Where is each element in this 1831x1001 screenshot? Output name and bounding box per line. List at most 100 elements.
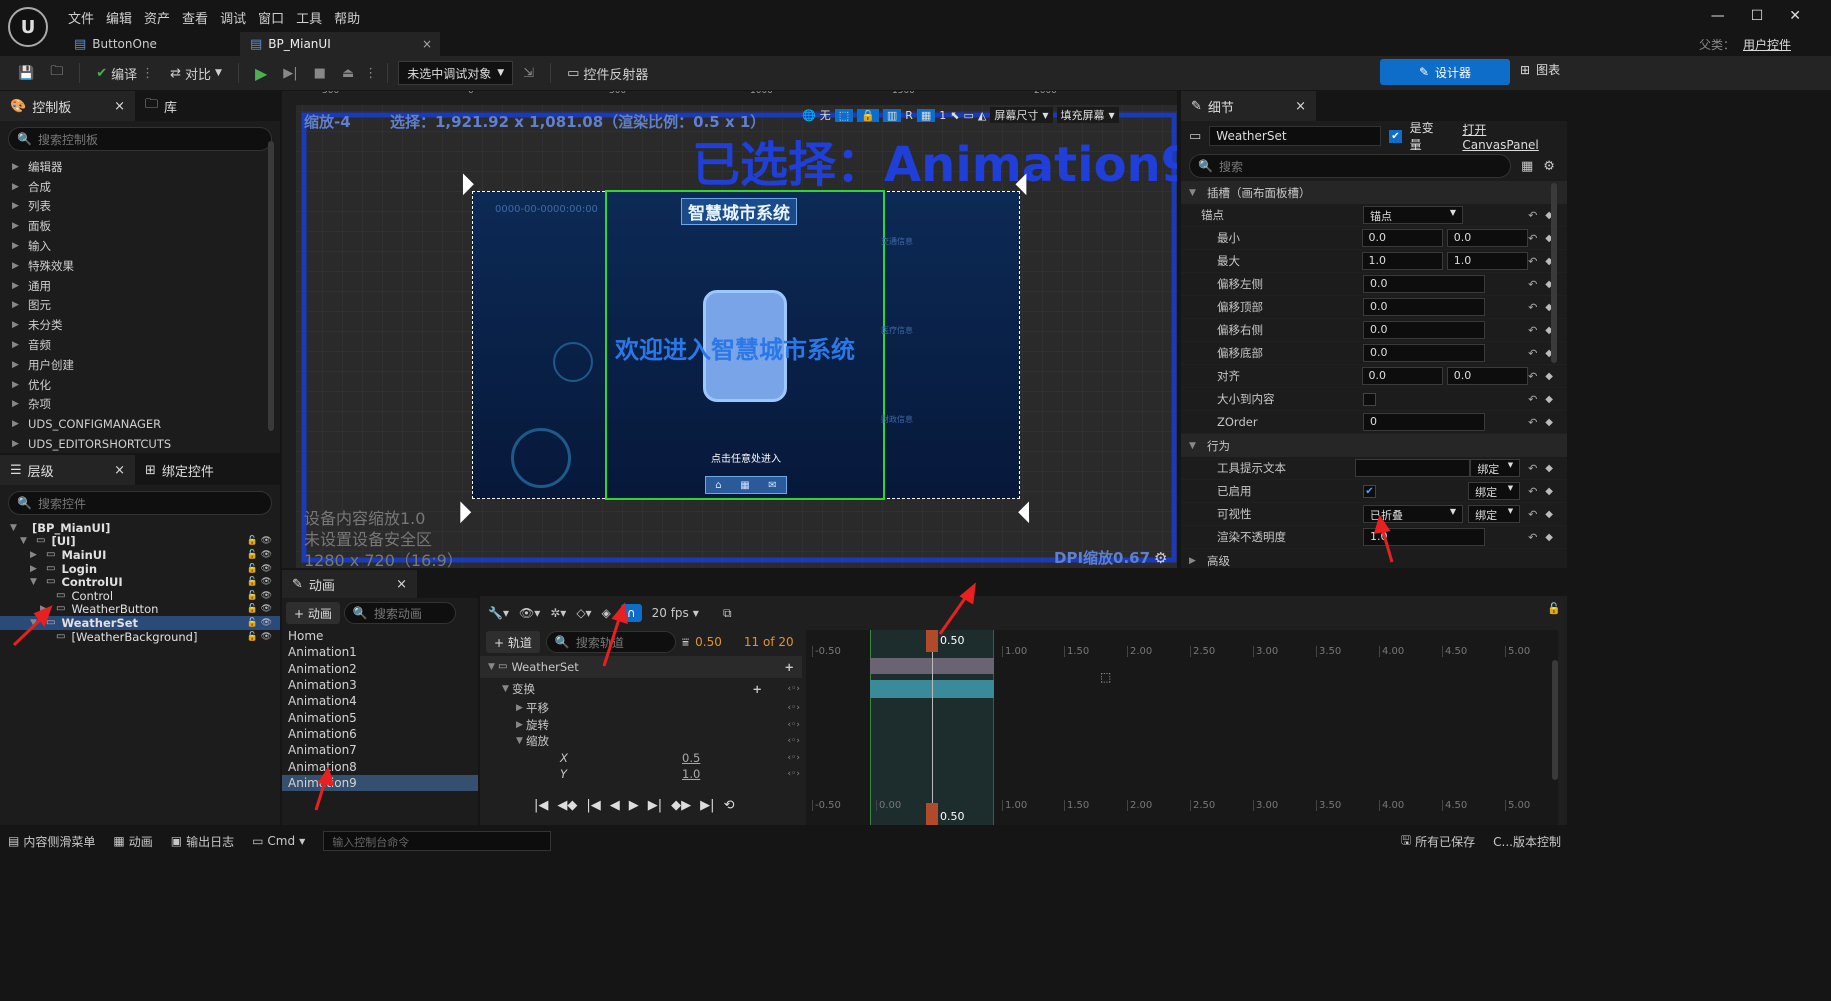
screen-size-select[interactable]: 屏幕尺寸 ▼ <box>990 107 1053 123</box>
hierarchy-item[interactable]: ▼ ▭ WeatherSet 🔓 👁 <box>0 616 280 630</box>
hierarchy-item[interactable]: ▶ ▭ WeatherButton 🔓 👁 <box>0 602 280 616</box>
ui-preview[interactable]: 0000-00-00 00:00:00 智慧城市系统 欢迎进入智慧城市系统 点击… <box>472 190 1020 500</box>
hierarchy-item[interactable]: ▶ ▭ MainUI 🔓 👁 <box>0 548 280 562</box>
expand-arrow-icon[interactable]: ▶ <box>12 399 22 409</box>
menu-file[interactable]: 文件 <box>62 4 100 30</box>
reset-icon[interactable]: ↶ <box>1528 209 1537 222</box>
reset-icon[interactable]: ↶ <box>1528 485 1537 498</box>
bind-dropdown[interactable]: 绑定 ▼ <box>1470 459 1521 477</box>
tab-bp-mianui[interactable]: ▤ BP_MianUI × <box>240 32 440 56</box>
close-icon[interactable]: × <box>114 463 125 478</box>
property-value-field[interactable]: 1.0 <box>1363 528 1485 546</box>
add-animation-button[interactable]: + 动画 <box>286 602 340 624</box>
menu-asset[interactable]: 资产 <box>138 4 176 30</box>
close-icon[interactable]: × <box>422 37 432 51</box>
grid-icon[interactable]: ▦ <box>916 108 936 122</box>
palette-category[interactable]: ▶ 列表 <box>0 197 280 217</box>
hierarchy-item[interactable]: ▼ ▭ ControlUI 🔓 👁 <box>0 575 280 589</box>
cmd-select[interactable]: ▭ Cmd ▼ <box>252 834 305 848</box>
bind-dropdown[interactable]: 绑定 ▼ <box>1468 505 1521 523</box>
expand-arrow-icon[interactable]: ▼ <box>20 536 30 546</box>
close-window-icon[interactable]: ✕ <box>1789 8 1801 24</box>
close-icon[interactable]: × <box>396 577 407 592</box>
close-icon[interactable]: × <box>114 99 125 114</box>
compile-button[interactable]: ✔ 编译 ⋮ <box>90 60 160 86</box>
lock-icon[interactable]: 🔒 <box>857 108 879 122</box>
parent-class-link[interactable]: 用户控件 <box>1743 36 1791 53</box>
key-nav-icons[interactable]: ‹◦› <box>787 703 800 713</box>
expand-arrow-icon[interactable]: ▶ <box>12 300 22 310</box>
key-nav-icons[interactable]: ‹◦› <box>787 720 800 730</box>
source-control-label[interactable]: C...版本控制 <box>1493 833 1561 850</box>
track-row[interactable]: ▼ ▭ WeatherSet + <box>480 656 802 678</box>
section-behavior[interactable]: ▼ 行为 <box>1181 434 1567 457</box>
keyframe-icon[interactable]: ◆ <box>1545 532 1553 543</box>
track-value[interactable]: 0.5 <box>682 751 700 765</box>
tab-animations[interactable]: ✎ 动画 × <box>282 570 417 598</box>
animation-list-item[interactable]: Animation2 <box>282 661 478 677</box>
maximize-icon[interactable]: ☐ <box>1751 8 1764 24</box>
palette-category[interactable]: ▶ 未分类 <box>0 315 280 335</box>
menu-help[interactable]: 帮助 <box>328 4 366 30</box>
debug-filter-icon[interactable]: ⇲ <box>517 60 540 86</box>
expand-arrow-icon[interactable]: ▼ <box>30 577 40 587</box>
current-time[interactable]: 0.50 <box>695 635 722 649</box>
reset-icon[interactable]: ↶ <box>1528 347 1537 360</box>
expand-arrow-icon[interactable]: ▼ <box>502 684 512 694</box>
track-row[interactable]: Y 1.0 ‹◦› <box>480 766 802 783</box>
hierarchy-search-input[interactable]: 🔍 搜索控件 <box>8 491 272 515</box>
palette-category[interactable]: ▶ 音频 <box>0 335 280 355</box>
animation-list-item[interactable]: Animation4 <box>282 693 478 709</box>
reset-icon[interactable]: ↶ <box>1528 416 1537 429</box>
playhead-handle[interactable] <box>926 630 938 652</box>
palette-category[interactable]: ▶ 特殊效果 <box>0 256 280 276</box>
property-value-field[interactable]: 0.0 <box>1363 298 1485 316</box>
property-value-field[interactable]: 0.0 <box>1361 229 1443 247</box>
content-drawer-button[interactable]: ▤ 内容侧滑菜单 <box>8 833 95 850</box>
console-input[interactable]: 输入控制台命令 <box>323 831 552 851</box>
expand-arrow-icon[interactable]: ▶ <box>12 419 22 429</box>
wrench-icon[interactable]: 🔧▾ <box>488 606 509 620</box>
snap-magnet-icon[interactable]: ∩ <box>620 604 642 622</box>
settings-gear-icon[interactable]: ⚙ <box>1154 549 1167 567</box>
playback-options-icon[interactable]: ✲▾ <box>550 606 566 620</box>
playhead-handle-bottom[interactable] <box>926 803 938 825</box>
expand-arrow-icon[interactable]: ▶ <box>30 564 40 574</box>
palette-category[interactable]: ▶ 用户创建 <box>0 355 280 375</box>
palette-category[interactable]: ▶ 输入 <box>0 236 280 256</box>
keyframe-icon[interactable]: ◇▾ <box>576 606 591 620</box>
track-row[interactable]: ▶ 旋转 ‹◦› <box>480 717 802 734</box>
palette-category[interactable]: ▶ UDS_CONFIGMANAGER <box>0 414 280 434</box>
expand-arrow-icon[interactable]: ▶ <box>30 550 40 560</box>
menu-view[interactable]: 查看 <box>176 4 214 30</box>
play-icon[interactable]: ▶ <box>249 60 273 86</box>
expand-arrow-icon[interactable]: ▶ <box>12 201 22 211</box>
scrollbar[interactable] <box>1552 660 1558 780</box>
prev-key-icon[interactable]: ◀◆ <box>557 798 577 813</box>
more-icon[interactable]: ⋮ <box>364 66 377 81</box>
open-canvaspanel-link[interactable]: 打开CanvasPanel <box>1462 121 1559 152</box>
animation-drawer-button[interactable]: ▦ 动画 <box>113 833 152 850</box>
key-nav-icons[interactable]: ‹◦› <box>787 769 800 779</box>
next-frame-icon[interactable]: ▶| <box>648 798 662 813</box>
reset-icon[interactable]: ↶ <box>1528 278 1537 291</box>
timeline-area[interactable]: -0.50 0.00 1.00 1.50 2.00 2.50 3.00 3.50 4.00 4.5… <box>806 630 1558 825</box>
add-key-icon[interactable]: + <box>752 682 762 696</box>
layout-icon[interactable]: ▥ <box>882 108 902 122</box>
expand-arrow-icon[interactable]: ▶ <box>12 380 22 390</box>
graph-button[interactable]: ⊞ 图表 <box>1520 61 1560 78</box>
property-value-field[interactable]: 1.0 <box>1446 252 1529 270</box>
hierarchy-item[interactable]: ▭ [WeatherBackground] 🔓 👁 <box>0 630 280 644</box>
property-value-field[interactable] <box>1354 459 1471 477</box>
reset-icon[interactable]: ↶ <box>1528 508 1537 521</box>
designer-button[interactable]: ✎ 设计器 <box>1380 59 1510 85</box>
select-mode-icon[interactable]: ⬚ <box>834 108 854 122</box>
expand-arrow-icon[interactable]: ▶ <box>12 360 22 370</box>
expand-arrow-icon[interactable]: ▶ <box>12 281 22 291</box>
jump-end-icon[interactable]: ▶| <box>700 798 714 813</box>
hierarchy-item[interactable]: ▼ ▭ [UI] 🔓 👁 <box>0 534 280 548</box>
property-select[interactable]: 锚点 ▼ <box>1363 206 1463 224</box>
expand-arrow-icon[interactable]: ▶ <box>516 720 526 730</box>
menu-edit[interactable]: 编辑 <box>100 4 138 30</box>
palette-category[interactable]: ▶ 杂项 <box>0 395 280 415</box>
